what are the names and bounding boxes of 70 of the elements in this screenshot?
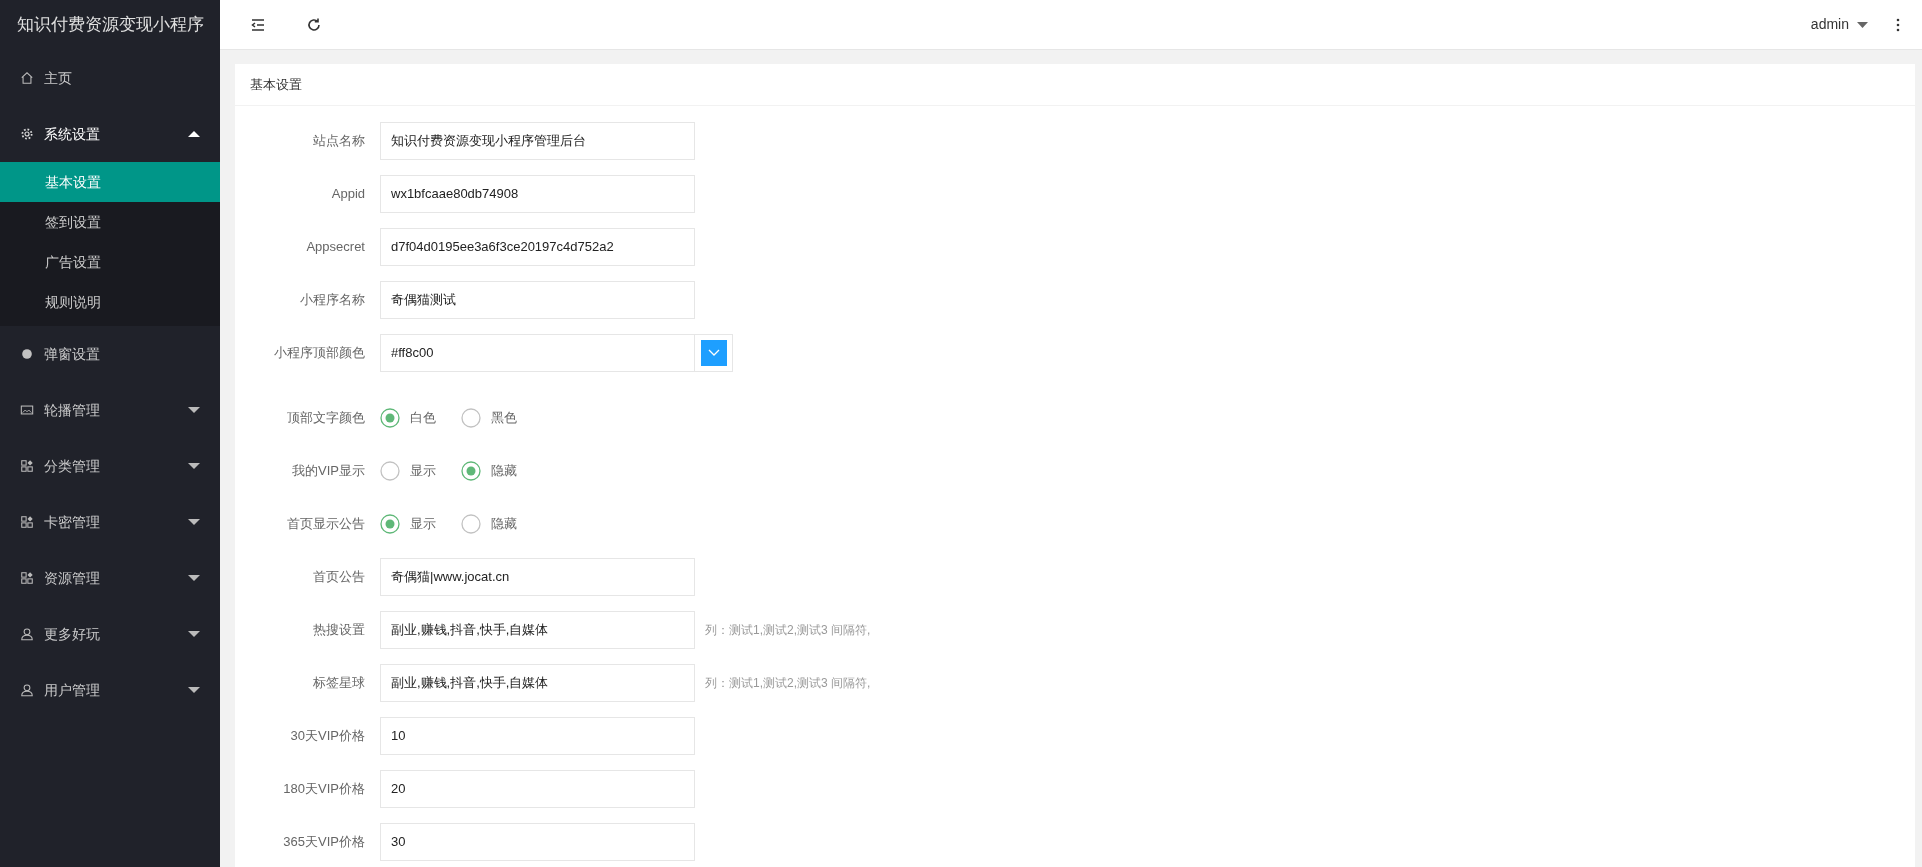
input-field[interactable]: 20 bbox=[380, 769, 695, 808]
more-options-icon[interactable] bbox=[1896, 17, 1900, 32]
field-label: 180天VIP价格 bbox=[282, 779, 366, 798]
grid-icon bbox=[20, 571, 34, 585]
field-label: Appid bbox=[330, 184, 366, 203]
sidebar-item[interactable]: 用户管理 bbox=[0, 662, 220, 718]
field-label: 热搜设置 bbox=[312, 620, 366, 639]
submenu-item[interactable]: 广告设置 bbox=[0, 242, 220, 282]
radio-button[interactable] bbox=[461, 407, 481, 428]
home-icon bbox=[20, 71, 34, 85]
field-label: 站点名称 bbox=[312, 131, 366, 150]
radio-label[interactable]: 白色 bbox=[410, 407, 436, 428]
radio-button[interactable] bbox=[461, 460, 481, 481]
submenu-item[interactable]: 规则说明 bbox=[0, 282, 220, 322]
radio-label[interactable]: 显示 bbox=[410, 513, 436, 534]
sidebar-item[interactable]: 主页 bbox=[0, 50, 220, 106]
sidebar-item[interactable]: 系统设置 bbox=[0, 106, 220, 162]
field-label: Appsecret bbox=[305, 237, 366, 256]
user-icon bbox=[20, 627, 34, 641]
sidebar-item[interactable]: 轮播管理 bbox=[0, 382, 220, 438]
submenu-item[interactable]: 基本设置 bbox=[0, 162, 220, 202]
image-icon bbox=[20, 403, 34, 417]
radio-button[interactable] bbox=[380, 513, 400, 534]
input-field[interactable]: 副业,赚钱,抖音,快手,自媒体 bbox=[380, 663, 695, 702]
field-label: 小程序名称 bbox=[299, 290, 366, 309]
hint-text: 列：测试1,测试2,测试3 间隔符, bbox=[705, 674, 871, 692]
circle-icon bbox=[20, 347, 34, 361]
caret-icon bbox=[1857, 21, 1868, 28]
sidebar-item[interactable]: 卡密管理 bbox=[0, 494, 220, 550]
gear-icon bbox=[20, 127, 34, 141]
user-menu[interactable]: admin bbox=[1810, 14, 1868, 35]
field-label: 首页显示公告 bbox=[286, 514, 366, 533]
field-label: 首页公告 bbox=[312, 567, 366, 586]
grid-icon bbox=[20, 515, 34, 529]
input-field[interactable]: #ff8c00 bbox=[380, 333, 695, 372]
chevron-down-icon bbox=[707, 349, 720, 356]
input-field[interactable]: 奇偶猫测试 bbox=[380, 280, 695, 319]
card-title: 基本设置 bbox=[250, 75, 302, 94]
grid-icon bbox=[20, 459, 34, 473]
submenu-item[interactable]: 签到设置 bbox=[0, 202, 220, 242]
radio-button[interactable] bbox=[380, 407, 400, 428]
field-label: 365天VIP价格 bbox=[282, 832, 366, 851]
input-field[interactable]: 30 bbox=[380, 822, 695, 861]
radio-label[interactable]: 隐藏 bbox=[491, 460, 517, 481]
field-label: 顶部文字颜色 bbox=[286, 408, 366, 427]
input-field[interactable]: 副业,赚钱,抖音,快手,自媒体 bbox=[380, 610, 695, 649]
field-label: 30天VIP价格 bbox=[289, 726, 366, 745]
menu-collapse-icon[interactable] bbox=[250, 16, 266, 33]
sidebar-item[interactable]: 更多好玩 bbox=[0, 606, 220, 662]
app-title: 知识付费资源变现小程序 bbox=[15, 14, 205, 37]
hint-text: 列：测试1,测试2,测试3 间隔符, bbox=[705, 621, 871, 639]
radio-label[interactable]: 隐藏 bbox=[491, 513, 517, 534]
field-label: 小程序顶部颜色 bbox=[273, 343, 366, 362]
radio-button[interactable] bbox=[461, 513, 481, 534]
sidebar-item[interactable]: 资源管理 bbox=[0, 550, 220, 606]
sidebar-item[interactable]: 弹窗设置 bbox=[0, 326, 220, 382]
color-picker-button[interactable] bbox=[695, 333, 733, 372]
input-field[interactable]: 10 bbox=[380, 716, 695, 755]
sidebar-item[interactable]: 分类管理 bbox=[0, 438, 220, 494]
radio-label[interactable]: 显示 bbox=[410, 460, 436, 481]
user-icon bbox=[20, 683, 34, 697]
input-field[interactable]: d7f04d0195ee3a6f3ce20197c4d752a2 bbox=[380, 227, 695, 266]
radio-label[interactable]: 黑色 bbox=[491, 407, 517, 428]
input-field[interactable]: wx1bfcaae80db74908 bbox=[380, 174, 695, 213]
field-label: 标签星球 bbox=[312, 673, 366, 692]
field-label: 我的VIP显示 bbox=[291, 461, 366, 480]
input-field[interactable]: 知识付费资源变现小程序管理后台 bbox=[380, 121, 695, 160]
input-field[interactable]: 奇偶猫|www.jocat.cn bbox=[380, 557, 695, 596]
refresh-icon[interactable] bbox=[306, 16, 322, 33]
radio-button[interactable] bbox=[380, 460, 400, 481]
